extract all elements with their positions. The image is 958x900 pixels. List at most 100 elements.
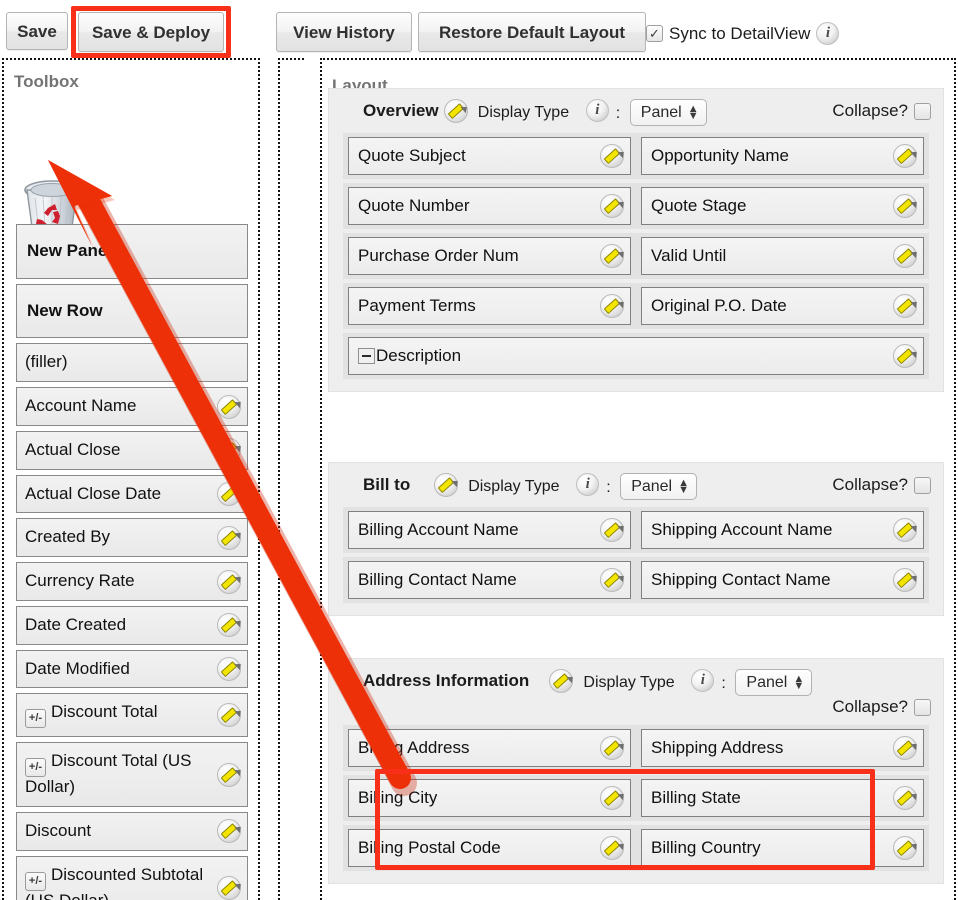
display-type-value: Panel xyxy=(631,477,673,495)
layout-field-cell[interactable]: Billing Country xyxy=(641,829,924,867)
display-type-select[interactable]: Panel ▲ ▼ xyxy=(735,669,813,696)
collapse-checkbox[interactable] xyxy=(914,476,931,494)
layout-field-label: Billing Contact Name xyxy=(358,570,517,590)
edit-pencil-icon[interactable] xyxy=(217,438,241,463)
toolbox-item[interactable]: Date Modified xyxy=(16,649,248,689)
info-icon[interactable]: i xyxy=(576,473,600,496)
toolbox-item[interactable]: Actual Close Date xyxy=(16,474,248,514)
toolbox-item[interactable]: Currency Rate xyxy=(16,562,248,601)
toolbox-item-label: Discount xyxy=(25,821,92,841)
layout-field-cell[interactable]: Original P.O. Date xyxy=(641,287,924,325)
edit-pencil-icon[interactable] xyxy=(600,736,624,760)
panel-edit-pencil-icon[interactable] xyxy=(549,669,574,693)
toolbox-item[interactable]: New Row xyxy=(16,283,248,339)
toolbox-item[interactable]: Discount xyxy=(16,812,248,851)
info-icon[interactable]: i xyxy=(585,99,609,122)
edit-pencil-icon[interactable] xyxy=(600,194,624,218)
layout-row: Quote Subject Opportunity Name xyxy=(343,133,929,179)
edit-pencil-icon[interactable] xyxy=(600,518,624,542)
toolbox-item[interactable]: Date Created xyxy=(16,605,248,645)
layout-field-cell[interactable]: Payment Terms xyxy=(348,287,631,325)
edit-pencil-icon[interactable] xyxy=(217,703,241,728)
layout-field-cell[interactable]: Quote Stage xyxy=(641,187,924,225)
toolbox-item[interactable]: +/-Discounted Subtotal (US Dollar) xyxy=(16,855,248,900)
layout-panel-section: Bill to Display Type i: Panel ▲ ▼ Collapse? Bil… xyxy=(328,462,944,616)
layout-field-cell[interactable]: Quote Number xyxy=(348,187,631,225)
layout-field-cell[interactable]: Shipping Address xyxy=(641,729,924,767)
chevron-updown-icon[interactable]: ▲ ▼ xyxy=(688,103,699,121)
sync-to-detailview-checkbox[interactable]: ✓ xyxy=(646,25,663,42)
edit-pencil-icon[interactable] xyxy=(217,525,241,550)
chevron-updown-icon[interactable]: ▲ ▼ xyxy=(678,477,689,495)
toolbox-item[interactable]: Actual Close xyxy=(16,430,248,470)
display-type-value: Panel xyxy=(640,103,682,121)
toolbox-item-label: Discount Total (US Dollar) xyxy=(25,751,192,797)
layout-field-cell[interactable]: Billing Contact Name xyxy=(348,561,631,599)
toolbox-item[interactable]: +/- Discount Total (US Dollar) xyxy=(16,742,248,808)
collapse-minus-icon[interactable] xyxy=(358,348,375,364)
edit-pencil-icon[interactable] xyxy=(600,568,624,592)
edit-pencil-icon[interactable] xyxy=(893,568,917,592)
layout-field-cell[interactable]: Quote Subject xyxy=(348,137,631,175)
save-and-deploy-button[interactable]: Save & Deploy xyxy=(78,12,224,52)
layout-field-cell[interactable]: Billing Address xyxy=(348,729,631,767)
edit-pencil-icon[interactable] xyxy=(893,244,917,268)
info-icon[interactable]: i xyxy=(816,22,840,45)
edit-pencil-icon[interactable] xyxy=(600,294,624,318)
view-history-button[interactable]: View History xyxy=(276,12,412,52)
display-type-select[interactable]: Panel ▲ ▼ xyxy=(629,99,707,126)
display-type-colon: : xyxy=(721,675,726,692)
layout-field-cell[interactable]: Billing City xyxy=(348,779,631,817)
collapse-control[interactable]: Collapse? xyxy=(832,697,931,717)
edit-pencil-icon[interactable] xyxy=(893,194,917,218)
panel-edit-pencil-icon[interactable] xyxy=(443,99,468,123)
edit-pencil-icon[interactable] xyxy=(217,613,241,638)
layout-field-cell[interactable]: Shipping Account Name xyxy=(641,511,924,549)
layout-field-cell[interactable]: Description xyxy=(348,337,924,375)
layout-field-cell[interactable]: Billing Postal Code xyxy=(348,829,631,867)
edit-pencil-icon[interactable] xyxy=(217,394,241,419)
edit-pencil-icon[interactable] xyxy=(893,786,917,810)
edit-pencil-icon[interactable] xyxy=(600,144,624,168)
layout-field-cell[interactable]: Shipping Contact Name xyxy=(641,561,924,599)
toolbox-item[interactable]: New Panel xyxy=(16,224,248,279)
sync-to-detailview-control[interactable]: ✓ Sync to DetailView i xyxy=(646,22,840,45)
layout-field-cell[interactable]: Opportunity Name xyxy=(641,137,924,175)
restore-default-layout-button[interactable]: Restore Default Layout xyxy=(418,12,646,52)
layout-field-cell[interactable]: Valid Until xyxy=(641,237,924,275)
toolbox-item[interactable]: (filler) xyxy=(16,343,248,383)
info-icon[interactable]: i xyxy=(691,669,715,692)
edit-pencil-icon[interactable] xyxy=(893,144,917,168)
edit-pencil-icon[interactable] xyxy=(217,656,241,681)
edit-pencil-icon[interactable] xyxy=(217,569,241,594)
edit-pencil-icon[interactable] xyxy=(217,482,241,507)
layout-field-cell[interactable]: Billing Account Name xyxy=(348,511,631,549)
collapse-checkbox[interactable] xyxy=(914,698,931,716)
display-type-label: Display Type xyxy=(477,104,570,121)
toolbox-item[interactable]: Created By xyxy=(16,518,248,558)
display-type-select[interactable]: Panel ▲ ▼ xyxy=(620,473,697,500)
chevron-updown-icon[interactable]: ▲ ▼ xyxy=(793,673,804,691)
edit-pencil-icon[interactable] xyxy=(893,736,917,760)
collapse-control[interactable]: Collapse? xyxy=(832,101,931,121)
edit-pencil-icon[interactable] xyxy=(893,344,917,368)
edit-pencil-icon[interactable] xyxy=(893,294,917,318)
edit-pencil-icon[interactable] xyxy=(600,244,624,268)
collapse-checkbox[interactable] xyxy=(914,102,931,120)
toolbox-item-label: Currency Rate xyxy=(25,571,135,591)
collapse-control[interactable]: Collapse? xyxy=(832,475,931,495)
panel-edit-pencil-icon[interactable] xyxy=(434,473,459,497)
toolbox-item[interactable]: +/- Discount Total xyxy=(16,693,248,738)
save-button[interactable]: Save xyxy=(6,12,68,50)
edit-pencil-icon[interactable] xyxy=(600,836,624,860)
edit-pencil-icon[interactable] xyxy=(217,819,241,844)
panel-header: Overview Display Type i: Panel ▲ ▼ Collapse? xyxy=(329,89,943,133)
edit-pencil-icon[interactable] xyxy=(600,786,624,810)
edit-pencil-icon[interactable] xyxy=(893,836,917,860)
layout-field-cell[interactable]: Purchase Order Num xyxy=(348,237,631,275)
toolbox-item[interactable]: Account Name xyxy=(16,387,248,426)
edit-pencil-icon[interactable] xyxy=(217,876,241,900)
layout-field-cell[interactable]: Billing State xyxy=(641,779,924,817)
edit-pencil-icon[interactable] xyxy=(893,518,917,542)
edit-pencil-icon[interactable] xyxy=(217,762,241,787)
